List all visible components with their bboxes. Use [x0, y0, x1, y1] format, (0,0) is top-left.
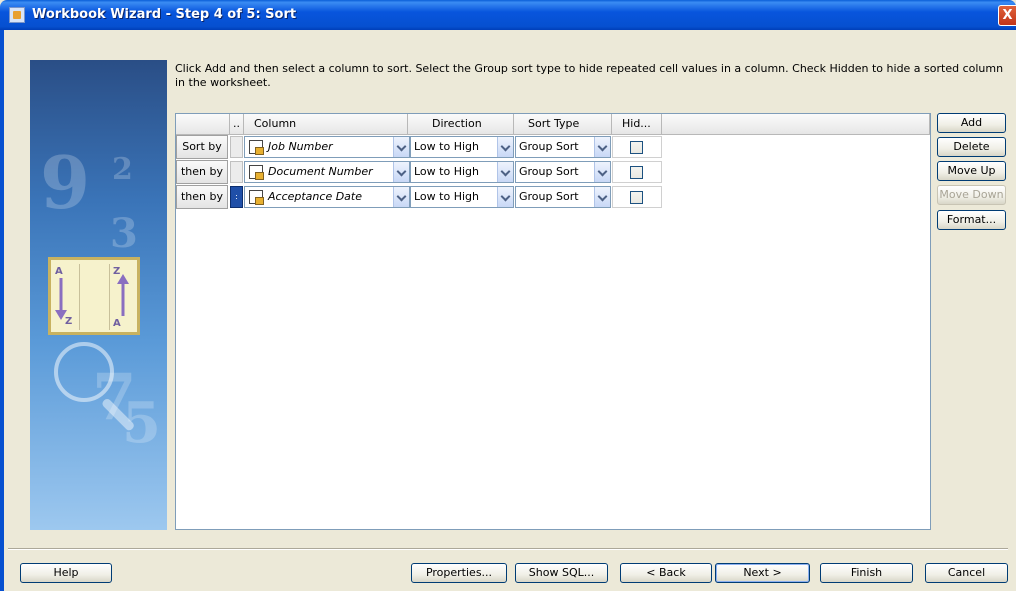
card-letter: A — [113, 318, 121, 329]
header-row-label — [176, 114, 230, 135]
hidden-cell — [612, 186, 662, 208]
format-button[interactable]: Format... — [937, 210, 1006, 230]
hidden-cell — [612, 161, 662, 183]
column-icon — [249, 140, 264, 155]
chevron-down-icon[interactable] — [497, 137, 513, 157]
chevron-down-icon[interactable] — [594, 137, 610, 157]
row-selector-active[interactable]: : — [230, 186, 243, 208]
sort-card-illustration: A Z Z A — [48, 257, 140, 335]
card-letter: Z — [113, 266, 121, 277]
column-icon — [249, 190, 264, 205]
window-frame — [0, 30, 4, 591]
move-down-button[interactable]: Move Down — [937, 185, 1006, 205]
column-value: Document Number — [268, 165, 373, 178]
add-button[interactable]: Add — [937, 113, 1006, 133]
window-title: Workbook Wizard - Step 4 of 5: Sort — [32, 7, 297, 22]
column-select[interactable]: Job Number — [244, 136, 410, 158]
finish-button[interactable]: Finish — [820, 563, 913, 583]
close-button[interactable]: X — [998, 5, 1016, 26]
sort-type-value: Group Sort — [519, 165, 579, 178]
art-numeral: 2 — [112, 152, 133, 187]
hidden-checkbox[interactable] — [630, 191, 643, 204]
chevron-down-icon[interactable] — [497, 187, 513, 207]
help-button[interactable]: Help — [20, 563, 112, 583]
sort-arrows-icon — [55, 274, 129, 320]
back-button[interactable]: < Back — [620, 563, 712, 583]
header-selector: .. — [230, 114, 244, 135]
column-select[interactable]: Document Number — [244, 161, 410, 183]
hidden-checkbox[interactable] — [630, 141, 643, 154]
sort-row[interactable]: then by Document Number Low to High Grou… — [176, 160, 664, 184]
chevron-down-icon[interactable] — [393, 187, 409, 207]
header-hidden[interactable]: Hid... — [612, 114, 662, 135]
hidden-cell — [612, 136, 662, 158]
row-selector[interactable] — [230, 161, 243, 183]
chevron-down-icon[interactable] — [594, 187, 610, 207]
chevron-down-icon[interactable] — [393, 162, 409, 182]
next-button[interactable]: Next > — [715, 563, 810, 583]
move-up-button[interactable]: Move Up — [937, 161, 1006, 181]
header-filler — [662, 114, 930, 135]
title-bar[interactable]: Workbook Wizard - Step 4 of 5: Sort X — [0, 0, 1016, 30]
magnifier-icon — [54, 342, 114, 402]
app-icon — [9, 7, 25, 23]
art-numeral: 9 — [40, 140, 91, 225]
show-sql-button[interactable]: Show SQL... — [515, 563, 608, 583]
art-numeral: 3 — [110, 210, 138, 257]
wizard-side-illustration: 9 2 3 7 5 A Z Z A — [30, 60, 167, 530]
properties-button[interactable]: Properties... — [411, 563, 507, 583]
sort-type-select[interactable]: Group Sort — [515, 161, 611, 183]
column-icon — [249, 165, 264, 180]
direction-value: Low to High — [414, 190, 479, 203]
header-sort-type[interactable]: Sort Type — [514, 114, 612, 135]
column-value: Job Number — [268, 140, 333, 153]
direction-select[interactable]: Low to High — [410, 186, 514, 208]
chevron-down-icon[interactable] — [393, 137, 409, 157]
sort-row-selected[interactable]: then by : Acceptance Date Low to High Gr… — [176, 185, 664, 209]
row-label: then by — [176, 160, 228, 184]
card-letter: A — [55, 266, 63, 277]
instructions-text: Click Add and then select a column to so… — [175, 62, 1004, 89]
sort-row[interactable]: Sort by Job Number Low to High Group Sor… — [176, 135, 664, 159]
chevron-down-icon[interactable] — [594, 162, 610, 182]
direction-select[interactable]: Low to High — [410, 161, 514, 183]
grid-header: .. Column Direction Sort Type Hid... — [176, 114, 930, 135]
row-label: Sort by — [176, 135, 228, 159]
column-value: Acceptance Date — [268, 190, 362, 203]
sort-grid[interactable]: .. Column Direction Sort Type Hid... Sor… — [175, 113, 931, 530]
sort-type-value: Group Sort — [519, 190, 579, 203]
row-label: then by — [176, 185, 228, 209]
card-letter: Z — [65, 316, 73, 327]
sort-type-select[interactable]: Group Sort — [515, 186, 611, 208]
chevron-down-icon[interactable] — [497, 162, 513, 182]
delete-button[interactable]: Delete — [937, 137, 1006, 157]
hidden-checkbox[interactable] — [630, 166, 643, 179]
direction-select[interactable]: Low to High — [410, 136, 514, 158]
sort-type-value: Group Sort — [519, 140, 579, 153]
direction-value: Low to High — [414, 140, 479, 153]
direction-value: Low to High — [414, 165, 479, 178]
sort-type-select[interactable]: Group Sort — [515, 136, 611, 158]
header-column[interactable]: Column — [244, 114, 408, 135]
footer-separator — [8, 548, 1008, 550]
cancel-button[interactable]: Cancel — [925, 563, 1008, 583]
row-selector[interactable] — [230, 136, 243, 158]
header-direction[interactable]: Direction — [408, 114, 514, 135]
column-select[interactable]: Acceptance Date — [244, 186, 410, 208]
